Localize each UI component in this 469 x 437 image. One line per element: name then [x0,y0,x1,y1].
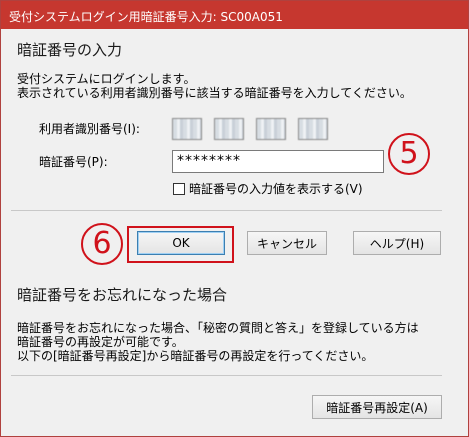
ok-button[interactable]: OK [137,231,225,255]
dialog-content: 暗証番号の入力 受付システムにログインします。 表示されている利用者識別番号に該… [1,29,468,436]
user-id-segment-1 [172,118,202,140]
page-title: 暗証番号の入力 [17,41,123,59]
forgot-text-line1: 暗証番号をお忘れになった場合、「秘密の質問と答え」を登録している方は [17,321,419,335]
intro-text-line1: 受付システムにログインします。 [17,72,196,86]
cancel-button[interactable]: キャンセル [247,231,327,255]
forgot-heading: 暗証番号をお忘れになった場合 [17,286,228,304]
divider-bottom [11,375,442,376]
user-id-label: 利用者識別番号(I): [39,122,140,136]
show-password-checkbox[interactable] [173,183,185,195]
intro-text-line2: 表示されている利用者識別番号に該当する暗証番号を入力してください。 [17,86,412,100]
user-id-segment-2 [214,118,244,140]
help-button[interactable]: ヘルプ(H) [353,231,441,255]
title-bar[interactable]: 受付システムログイン用暗証番号入力: SC00A051 [1,1,468,29]
password-label: 暗証番号(P): [39,155,108,169]
reset-password-button[interactable]: 暗証番号再設定(A) [312,395,442,419]
password-input[interactable]: ******** [172,150,384,173]
window-title: 受付システムログイン用暗証番号入力: SC00A051 [9,10,283,24]
dialog-window: 受付システムログイン用暗証番号入力: SC00A051 暗証番号の入力 受付シス… [0,0,469,437]
forgot-text-line2: 暗証番号の再設定が可能です。 [17,335,184,349]
user-id-segment-3 [256,118,286,140]
show-password-label[interactable]: 暗証番号の入力値を表示する(V) [189,182,363,197]
step-5-annotation: 5 [388,133,430,175]
divider-top [11,210,442,211]
step-6-annotation: 6 [81,223,123,265]
forgot-text-line3: 以下の[暗証番号再設定]から暗証番号の再設定を行ってください。 [17,349,374,363]
user-id-segment-4 [298,118,328,140]
